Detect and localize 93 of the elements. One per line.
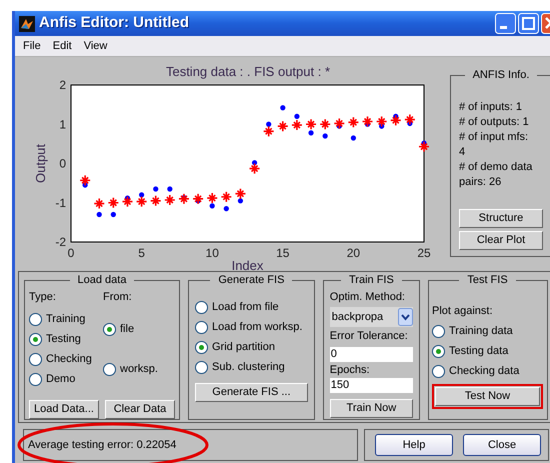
- data-point: [153, 186, 158, 192]
- radio-button[interactable]: [432, 344, 445, 358]
- method-dropdown[interactable]: backpropa: [330, 307, 413, 327]
- info-text: 4: [459, 144, 466, 158]
- radio-button[interactable]: [29, 332, 42, 346]
- data-point: [322, 133, 328, 139]
- info-text: # of outputs: 1: [459, 114, 530, 128]
- data-point: [224, 206, 229, 212]
- button[interactable]: Test Now: [435, 387, 540, 406]
- menu-item[interactable]: File: [23, 38, 41, 54]
- radio-label: file: [120, 322, 134, 337]
- chart-title: Testing data : . FIS output : *: [166, 64, 330, 79]
- input-field[interactable]: 150: [330, 378, 413, 393]
- data-point: [350, 135, 356, 141]
- data-point: [93, 198, 106, 210]
- radio-label: worksp.: [120, 362, 158, 377]
- button[interactable]: Structure: [459, 208, 543, 228]
- data-point: [277, 120, 289, 132]
- tick-label: 5: [138, 246, 145, 260]
- tick-label: -1: [55, 196, 66, 210]
- field-label: From:: [103, 290, 133, 304]
- tick-label: 2: [59, 78, 66, 92]
- panel-title: Generate FIS: [217, 273, 286, 288]
- radio-button[interactable]: [103, 322, 116, 336]
- maximize-icon[interactable]: [518, 13, 539, 34]
- data-point: [150, 194, 162, 207]
- button[interactable]: Clear Data: [105, 400, 175, 419]
- radio-label: Testing: [46, 332, 81, 347]
- radio-label: Grid partition: [212, 340, 275, 356]
- field-label: Type:: [29, 290, 57, 304]
- data-point: [164, 194, 176, 206]
- radio-label: Training data: [449, 324, 513, 339]
- data-point: [220, 191, 232, 203]
- input-field[interactable]: 0: [330, 346, 413, 362]
- radio-label: Checking data: [449, 364, 520, 379]
- panel-title: Test FIS: [466, 273, 509, 288]
- data-point: [348, 116, 360, 128]
- button[interactable]: Load Data...: [29, 400, 99, 419]
- info-text: pairs: 26: [459, 174, 502, 188]
- axis-label: Output: [33, 144, 48, 184]
- button[interactable]: Train Now: [330, 399, 413, 418]
- tick-label: 1: [59, 117, 66, 132]
- tick-label: 0: [59, 156, 66, 170]
- radio-button[interactable]: [195, 361, 208, 374]
- info-text: # of inputs: 1: [459, 100, 523, 114]
- info-text: # of demo data: [459, 160, 534, 174]
- button[interactable]: Clear Plot: [459, 230, 543, 250]
- data-point: [96, 212, 102, 218]
- panel-title: ANFIS Info.: [472, 68, 530, 83]
- button[interactable]: Generate FIS ...: [195, 382, 308, 402]
- radio-button[interactable]: [29, 372, 42, 386]
- menu-item[interactable]: Edit: [52, 38, 72, 54]
- panel-title: Train FIS: [348, 273, 395, 288]
- data-point: [108, 196, 120, 209]
- button[interactable]: Close: [463, 434, 541, 456]
- radio-button[interactable]: [103, 362, 116, 376]
- field-label: Error Tolerance:: [330, 329, 409, 344]
- radio-label: Demo: [46, 372, 76, 387]
- info-text: # of input mfs:: [459, 130, 530, 144]
- button[interactable]: Help: [375, 434, 453, 456]
- radio-button[interactable]: [195, 321, 208, 334]
- data-point: [167, 186, 172, 192]
- radio-label: Sub. clustering: [212, 360, 285, 376]
- tick-label: 15: [276, 246, 290, 260]
- data-point: [280, 105, 286, 110]
- field-label: Plot against:: [432, 304, 494, 318]
- radio-button[interactable]: [195, 341, 208, 354]
- radio-button[interactable]: [29, 312, 42, 326]
- app-icon: [19, 16, 35, 32]
- radio-button[interactable]: [432, 364, 445, 378]
- radio-label: Training: [46, 312, 86, 327]
- tick-label: 20: [346, 246, 360, 260]
- radio-label: Checking: [46, 352, 92, 367]
- panel-title: Load data: [76, 273, 128, 288]
- menu-item[interactable]: View: [84, 38, 108, 54]
- data-point: [319, 118, 331, 130]
- tick-label: 0: [68, 246, 74, 260]
- tick-label: -2: [55, 235, 66, 249]
- tick-label: 10: [206, 246, 219, 260]
- tick-label: 25: [417, 246, 431, 260]
- window-title: Anfis Editor: Untitled: [39, 13, 189, 34]
- radio-label: Load from file: [212, 300, 279, 316]
- radio-button[interactable]: [195, 301, 208, 314]
- radio-button[interactable]: [432, 324, 445, 338]
- minimize-icon[interactable]: [495, 13, 516, 34]
- data-point: [110, 212, 116, 218]
- radio-button[interactable]: [29, 352, 42, 366]
- field-label: Epochs:: [330, 362, 371, 378]
- radio-label: Testing data: [449, 344, 508, 359]
- radio-label: Load from worksp.: [212, 320, 302, 336]
- field-label: Optim. Method:: [330, 290, 406, 304]
- axis-label: Index: [232, 258, 264, 271]
- status-text: Average testing error: 0.22054: [28, 438, 176, 453]
